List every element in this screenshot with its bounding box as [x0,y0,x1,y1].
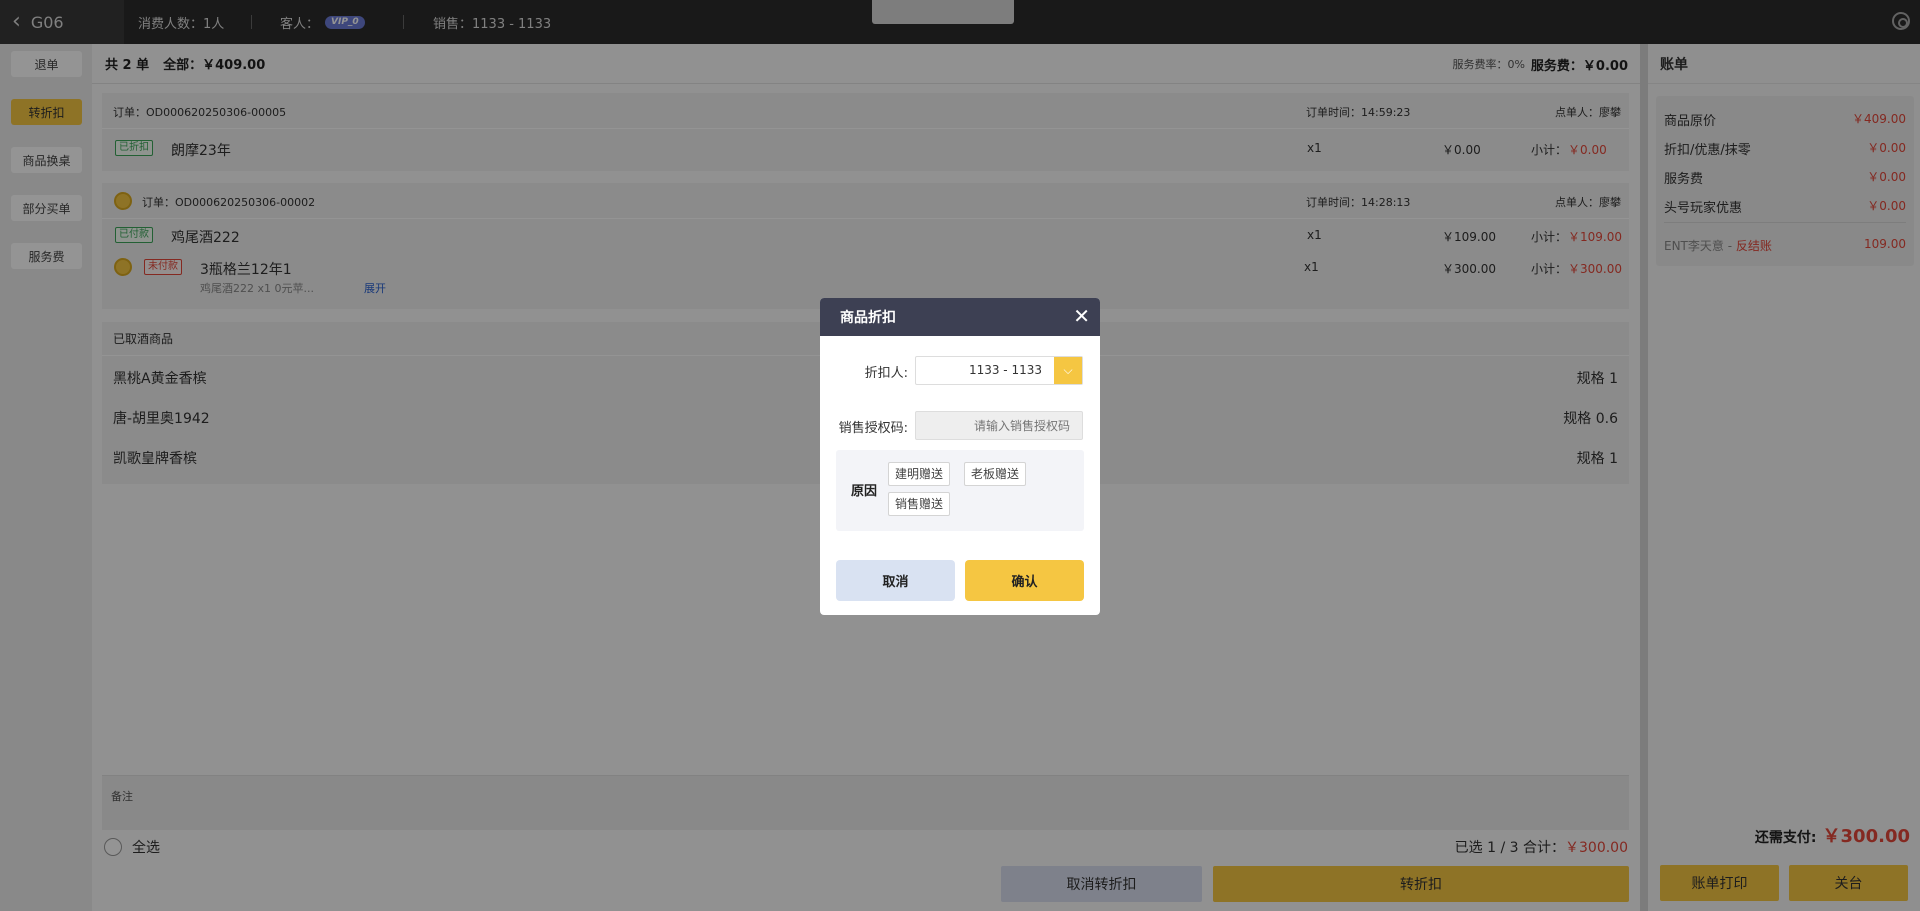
reason-chip[interactable]: 建明赠送 [888,462,951,486]
cancel-button[interactable]: 取消 [836,560,955,601]
reason-chip[interactable]: 销售赠送 [888,492,951,516]
reason-chip[interactable]: 老板赠送 [964,462,1027,486]
dialog-header: 商品折扣 ✕ [820,298,1100,336]
reason-label: 原因 [851,484,878,499]
discounter-label: 折扣人: [864,366,908,381]
reason-group: 原因 建明赠送 老板赠送 销售赠送 [836,450,1084,531]
dialog-title: 商品折扣 [840,310,896,326]
discounter-value: 1133 - 1133 [968,363,1042,377]
auth-code-input[interactable] [915,411,1083,440]
auth-code-label: 销售授权码: [838,421,908,436]
discounter-select[interactable]: 1133 - 1133 ⌵ [915,356,1083,385]
chevron-down-icon[interactable]: ⌵ [1054,357,1082,384]
close-icon[interactable]: ✕ [1073,306,1090,326]
discount-dialog: 商品折扣 ✕ 折扣人: 1133 - 1133 ⌵ 销售授权码: 原因 建明赠送… [820,298,1100,615]
confirm-button[interactable]: 确认 [965,560,1084,601]
